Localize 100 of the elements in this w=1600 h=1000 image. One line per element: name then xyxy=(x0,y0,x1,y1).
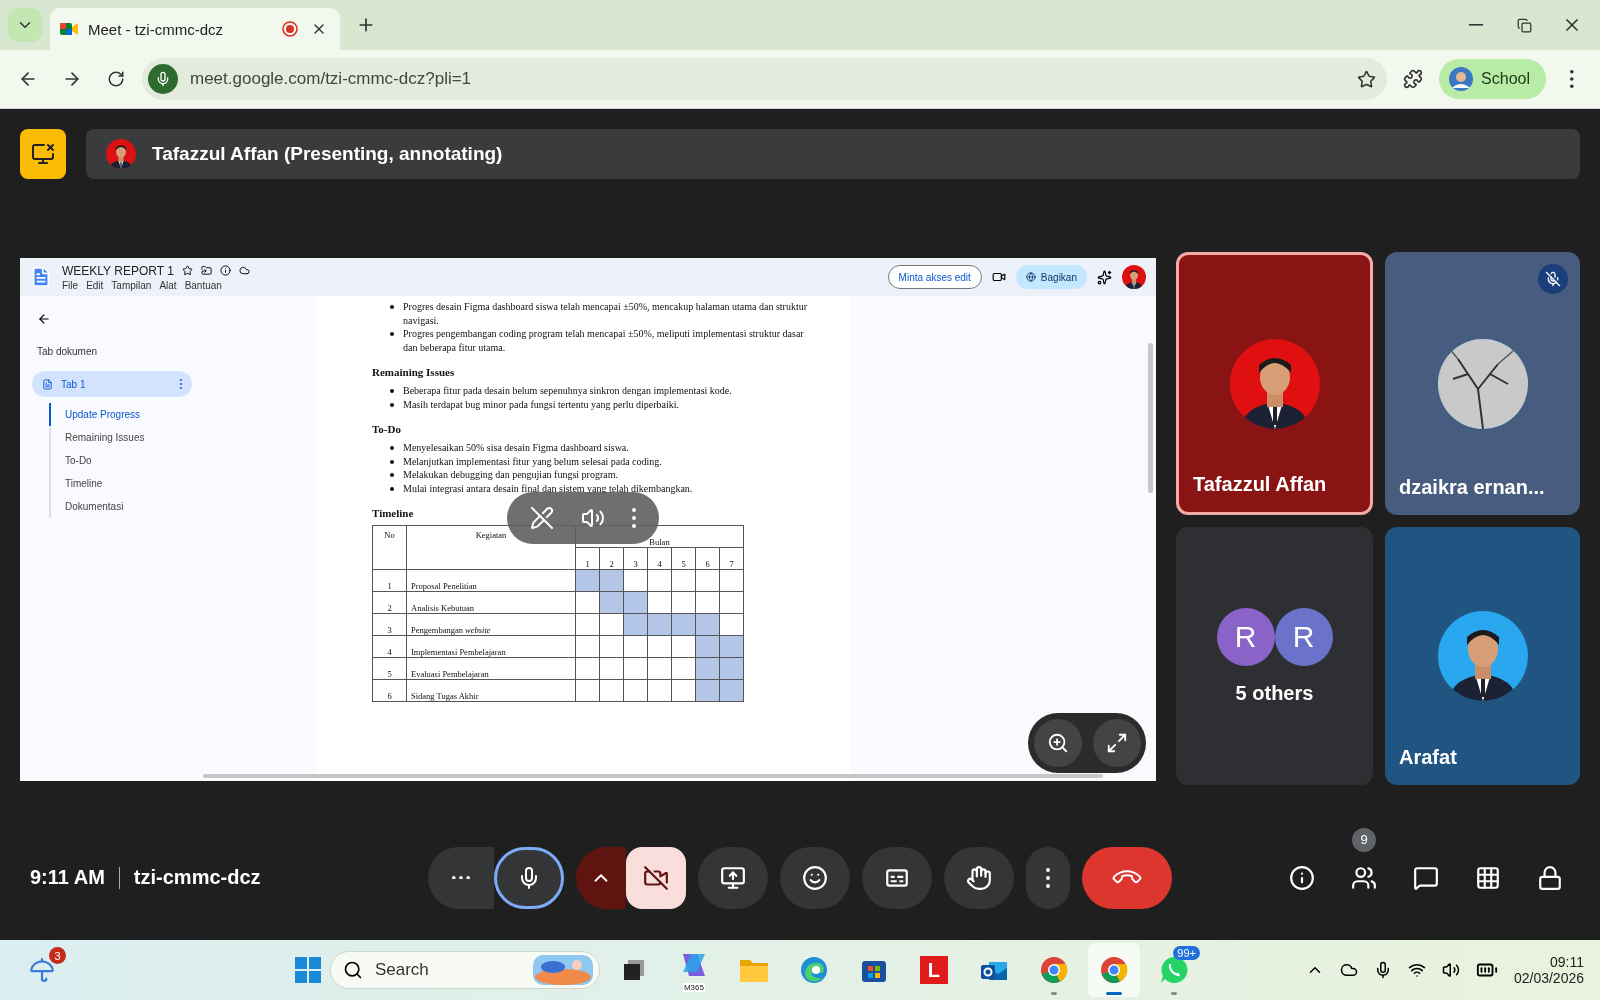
clock[interactable]: 09:11 02/03/2026 xyxy=(1513,954,1584,986)
table-cell: Evaluasi Pembelajaran xyxy=(406,657,576,680)
mic-off-icon xyxy=(1545,271,1561,287)
folder-icon xyxy=(738,957,769,983)
move-icon[interactable] xyxy=(200,265,212,276)
bullet-item: Melakukan debugging dan pengujian fungsi program. xyxy=(387,468,807,482)
volume-icon[interactable] xyxy=(581,506,605,530)
taskbar-app[interactable]: 99+ xyxy=(1147,943,1200,997)
scrollbar[interactable] xyxy=(203,774,1103,778)
more-icon xyxy=(1046,867,1050,888)
initial-avatar: R xyxy=(1216,607,1275,666)
bullet-item: Progres pengembangan coding program telah mencapai ±50%, meliputi implementasi struktur dasar dan beberapa fitur utama. xyxy=(387,327,807,354)
bullet-item: Progres desain Figma dashboard siswa telah mencapai ±50%, mencakup halaman utama dan struktur navigasi. xyxy=(387,300,807,327)
bullet-item: Menyelesaikan 50% sisa desain Figma dashboard siswa. xyxy=(387,441,807,455)
hand-icon xyxy=(966,864,992,891)
menu-item[interactable]: Edit xyxy=(86,279,104,291)
document-title: WEEKLY REPORT 1 xyxy=(62,263,174,278)
star-icon xyxy=(1356,69,1376,89)
wifi-icon[interactable] xyxy=(1407,961,1426,979)
search-bar[interactable]: Search xyxy=(329,951,600,989)
scrollbar[interactable] xyxy=(1148,343,1153,493)
tab-title: Meet - tzi-cmmc-dcz xyxy=(88,20,224,38)
presenter-name: Tafazzul Affan (Presenting, annotating) xyxy=(152,143,503,165)
avatar-icon xyxy=(1449,67,1474,91)
microphone-indicator[interactable] xyxy=(148,64,178,94)
outline-item[interactable]: Update Progress xyxy=(49,403,304,426)
table-cell: Implementasi Pembelajaran xyxy=(406,635,576,658)
app-letter-icon: L xyxy=(919,956,948,984)
chrome-icon xyxy=(1039,956,1068,984)
search-icon xyxy=(342,960,363,980)
share-button[interactable]: Bagikan xyxy=(1015,265,1087,289)
address-bar[interactable]: meet.google.com/tzi-cmmc-dcz?pli=1 xyxy=(142,58,1388,100)
screen-share-off-icon xyxy=(31,142,55,166)
menu-item[interactable]: Tampilan xyxy=(111,279,152,291)
menu-item[interactable]: File xyxy=(62,279,79,291)
table-header: No xyxy=(372,525,407,570)
menu-item[interactable]: Bantuan xyxy=(184,279,222,291)
present-icon xyxy=(720,864,746,891)
outline-item[interactable]: Remaining Issues xyxy=(49,426,304,449)
puzzle-icon xyxy=(1403,69,1424,89)
star-icon[interactable] xyxy=(181,265,193,276)
zoom-in-button[interactable] xyxy=(1033,719,1082,767)
stop-presenting-button[interactable] xyxy=(20,129,66,179)
more-icon xyxy=(452,875,470,880)
bullet-item: Masih terdapat bug minor pada fungsi tertentu yang perlu diperbaiki. xyxy=(387,397,807,411)
sparkle-icon[interactable] xyxy=(1097,269,1112,285)
section-heading: Timeline xyxy=(372,507,414,519)
profile-button[interactable]: School xyxy=(1439,59,1546,99)
outline-item[interactable]: Dokumentasi xyxy=(49,495,304,518)
info-icon xyxy=(1289,864,1315,891)
participant-name: dzaikra ernan... xyxy=(1399,476,1545,499)
menu-item[interactable]: Alat xyxy=(159,279,177,291)
menu-icon xyxy=(1570,70,1574,88)
participant-name: Arafat xyxy=(1399,746,1457,769)
chat-icon xyxy=(1413,864,1439,891)
volume-icon[interactable] xyxy=(1441,961,1460,979)
clock-date: 02/03/2026 xyxy=(1513,970,1584,986)
cloud-icon[interactable] xyxy=(1339,961,1358,979)
expand-icon xyxy=(1105,732,1128,754)
microphone-icon xyxy=(155,71,171,87)
weather-widget[interactable]: 3 xyxy=(16,943,68,997)
lock-icon xyxy=(1537,864,1563,891)
restore-icon xyxy=(1516,17,1532,33)
annotation-off-icon[interactable] xyxy=(530,506,555,530)
cloud-icon[interactable] xyxy=(238,265,250,276)
video-call-icon[interactable] xyxy=(991,270,1006,284)
camera-button[interactable] xyxy=(626,846,686,909)
taskbar-app[interactable]: L xyxy=(907,943,960,997)
taskbar-app[interactable]: M365 xyxy=(667,943,720,997)
more-icon[interactable] xyxy=(631,508,636,528)
outline-item[interactable]: Timeline xyxy=(49,472,304,495)
camera-off-icon xyxy=(643,864,669,891)
meeting-time: 9:11 AM xyxy=(30,866,105,889)
table-cell: 3 xyxy=(372,613,407,636)
windows-start-icon[interactable] xyxy=(293,956,322,984)
chrome-icon xyxy=(1099,956,1128,984)
outline-item[interactable]: To-Do xyxy=(49,449,304,472)
table-cell: 5 xyxy=(372,657,407,680)
umbrella-icon xyxy=(29,957,55,983)
search-field[interactable]: Search xyxy=(372,959,523,981)
app-caption: M365 xyxy=(682,983,705,992)
smile-icon xyxy=(802,864,828,891)
request-edit-button[interactable]: Minta akses edit xyxy=(887,265,982,289)
microphone-button[interactable] xyxy=(494,846,564,909)
people-count: 9 xyxy=(1352,827,1376,852)
fullscreen-button[interactable] xyxy=(1092,719,1141,767)
people-icon xyxy=(1351,864,1377,891)
info-icon[interactable] xyxy=(219,265,231,276)
participant-name: Tafazzul Affan xyxy=(1193,473,1327,496)
back-arrow-icon[interactable] xyxy=(37,312,51,326)
reload-icon xyxy=(107,70,125,88)
table-cell: 2 xyxy=(372,591,407,614)
table-cell: 1 xyxy=(372,569,407,592)
section-heading: Remaining Issues xyxy=(372,366,455,378)
others-label: 5 others xyxy=(1235,681,1314,705)
task-view-icon xyxy=(621,958,646,982)
table-cell: Analisis Kebutuan xyxy=(406,591,576,614)
document-tab[interactable]: Tab 1 xyxy=(32,371,192,397)
browser-tab[interactable]: Meet - tzi-cmmc-dcz xyxy=(50,8,340,50)
globe-icon xyxy=(1025,272,1036,282)
